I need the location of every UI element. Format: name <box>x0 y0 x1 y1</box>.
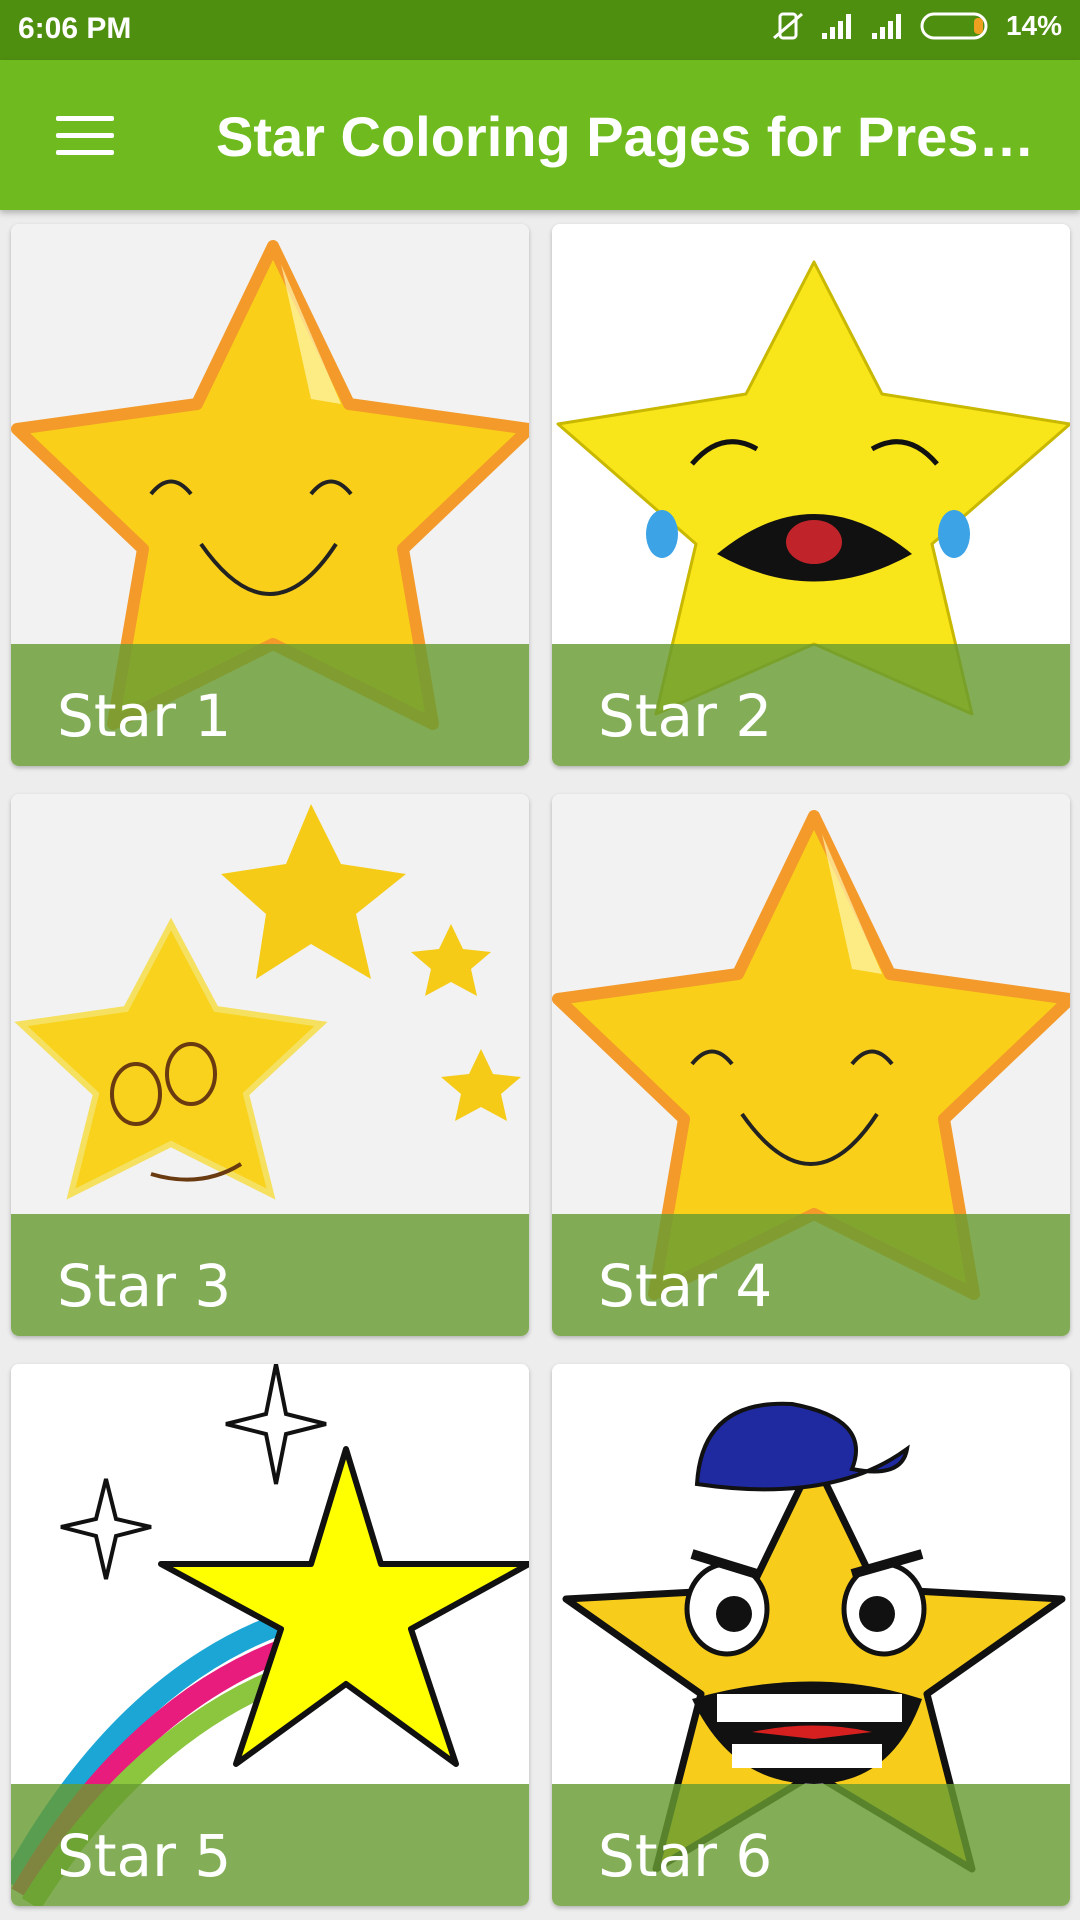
status-icons: 14% <box>770 10 1062 42</box>
star-card-1[interactable]: Star 1 <box>11 224 529 766</box>
card-caption: Star 5 <box>11 1784 529 1906</box>
menu-icon[interactable] <box>38 100 122 170</box>
star-card-4[interactable]: Star 4 <box>552 794 1070 1336</box>
star-card-5[interactable]: Star 5 <box>11 1364 529 1906</box>
card-caption: Star 4 <box>552 1214 1070 1336</box>
app-bar: Star Coloring Pages for Presc... <box>0 60 1080 210</box>
star-card-3[interactable]: Star 3 <box>11 794 529 1336</box>
card-caption: Star 6 <box>552 1784 1070 1906</box>
card-label: Star 1 <box>57 682 232 750</box>
status-bar: 6:06 PM 14% <box>0 0 1080 60</box>
battery-percent: 14% <box>1005 10 1062 41</box>
star-card-6[interactable]: Star 6 <box>552 1364 1070 1906</box>
card-caption: Star 2 <box>552 644 1070 766</box>
card-label: Star 6 <box>598 1822 773 1890</box>
page-title: Star Coloring Pages for Presc... <box>216 105 1056 168</box>
battery-icon <box>920 12 988 40</box>
card-label: Star 3 <box>57 1252 232 1320</box>
card-caption: Star 1 <box>11 644 529 766</box>
card-label: Star 4 <box>598 1252 773 1320</box>
status-time: 6:06 PM <box>18 12 132 45</box>
star-card-2[interactable]: Star 2 <box>552 224 1070 766</box>
card-caption: Star 3 <box>11 1214 529 1336</box>
card-label: Star 5 <box>57 1822 232 1890</box>
vibrate-icon <box>772 12 803 40</box>
card-label: Star 2 <box>598 682 773 750</box>
signal-icon-2 <box>871 14 901 39</box>
signal-icon <box>821 14 851 39</box>
